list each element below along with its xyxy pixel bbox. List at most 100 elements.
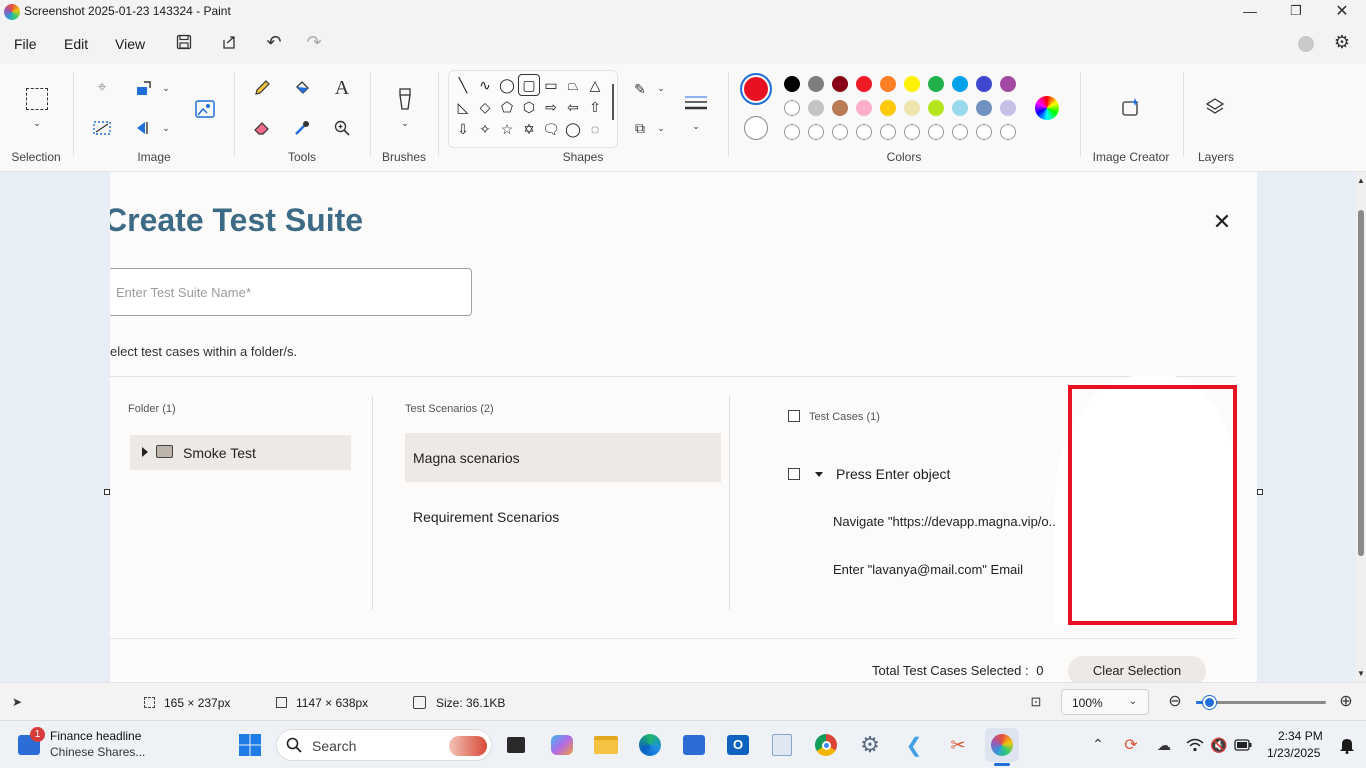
chevron-down-icon[interactable]: ⌄ — [398, 116, 412, 130]
clock-time[interactable]: 2:34 PM — [1278, 729, 1323, 743]
menu-view[interactable]: View — [115, 36, 145, 52]
snipping-tool-icon[interactable]: ✂ — [941, 728, 975, 762]
color-swatch[interactable] — [880, 124, 896, 140]
chevron-down-icon[interactable]: ⌄ — [655, 122, 667, 134]
canvas-resize-handle-left[interactable] — [104, 489, 110, 495]
text-icon[interactable]: A — [332, 77, 352, 99]
chevron-down-icon[interactable]: ⌄ — [690, 120, 702, 132]
layers-icon[interactable] — [1204, 96, 1226, 118]
copilot-icon[interactable] — [545, 728, 579, 762]
magnifier-icon[interactable] — [332, 118, 352, 138]
layers-label[interactable]: Layers — [1184, 150, 1248, 164]
zoom-slider-thumb[interactable] — [1203, 696, 1216, 709]
notification-bell-icon[interactable] — [1337, 735, 1357, 755]
store-icon[interactable] — [677, 728, 711, 762]
fit-to-window-icon[interactable]: ⊡ — [1027, 693, 1045, 711]
color-swatch[interactable] — [856, 100, 872, 116]
callout-rect-shape-icon[interactable]: 🗨 — [540, 118, 562, 140]
expand-triangle-icon[interactable] — [142, 447, 148, 457]
color-swatch[interactable] — [784, 76, 800, 92]
edit-colors-icon[interactable] — [1035, 96, 1059, 120]
canvas[interactable]: Create Test Suite ✕ Enter Test Suite Nam… — [110, 172, 1257, 682]
color-swatch[interactable] — [976, 76, 992, 92]
color-swatch[interactable] — [808, 100, 824, 116]
secondary-color[interactable] — [744, 116, 768, 140]
color-swatch[interactable] — [832, 124, 848, 140]
scrollbar-thumb[interactable] — [1358, 210, 1364, 556]
file-explorer-icon[interactable] — [589, 728, 623, 762]
arrow-down-shape-icon[interactable]: ⇩ — [452, 118, 474, 140]
task-view-icon[interactable] — [499, 728, 533, 762]
redo-icon[interactable]: ↷ — [304, 32, 324, 52]
color-swatch[interactable] — [1000, 100, 1016, 116]
pencil-icon[interactable] — [252, 78, 272, 98]
menu-edit[interactable]: Edit — [64, 36, 88, 52]
color-swatch[interactable] — [808, 76, 824, 92]
edge-browser-icon[interactable] — [633, 728, 667, 762]
color-swatch[interactable] — [784, 100, 800, 116]
news-widget[interactable]: 1 Finance headline Chinese Shares... — [14, 727, 184, 763]
color-swatch[interactable] — [928, 76, 944, 92]
settings-app-icon[interactable]: ⚙ — [853, 728, 887, 762]
callout-oval-shape-icon[interactable]: ◯ — [562, 118, 584, 140]
color-swatch[interactable] — [904, 124, 920, 140]
diamond-shape-icon[interactable]: ◇ — [474, 96, 496, 118]
color-swatch[interactable] — [1000, 76, 1016, 92]
color-swatch[interactable] — [976, 100, 992, 116]
shapes-scrollbar[interactable] — [612, 84, 614, 120]
zoom-out-icon[interactable]: ⊖ — [1166, 692, 1184, 710]
triangle-shape-icon[interactable]: △ — [584, 74, 606, 96]
selection-tool[interactable] — [26, 88, 48, 110]
sync-icon[interactable]: ⟳ — [1121, 735, 1141, 755]
expand-caret-icon[interactable] — [815, 472, 823, 477]
image-edit-icon[interactable] — [193, 96, 217, 120]
outline-icon[interactable]: ✎ — [630, 80, 650, 98]
crop-icon[interactable]: ⌖ — [92, 78, 112, 98]
remove-background-icon[interactable] — [92, 118, 112, 138]
save-icon[interactable] — [174, 32, 194, 52]
color-swatch[interactable] — [976, 124, 992, 140]
network-offline-icon[interactable]: ☁ — [1154, 735, 1174, 755]
show-hidden-icons-chevron-up-icon[interactable]: ⌃ — [1089, 735, 1107, 753]
chevron-down-icon[interactable]: ⌄ — [655, 82, 667, 94]
maximize-button[interactable]: ❐ — [1282, 0, 1310, 22]
brush-icon[interactable] — [394, 86, 416, 112]
resize-icon[interactable] — [134, 78, 154, 98]
star4-shape-icon[interactable]: ✧ — [474, 118, 496, 140]
battery-icon[interactable] — [1233, 735, 1253, 755]
color-swatch[interactable] — [928, 100, 944, 116]
wifi-icon[interactable] — [1185, 735, 1205, 755]
paint-taskbar-icon[interactable] — [985, 728, 1019, 762]
color-swatch[interactable] — [856, 76, 872, 92]
callout-cloud-shape-icon[interactable]: ◌ — [584, 118, 606, 140]
color-swatch[interactable] — [784, 124, 800, 140]
star5-shape-icon[interactable]: ☆ — [496, 118, 518, 140]
color-picker-icon[interactable] — [292, 118, 312, 138]
image-creator-icon[interactable] — [1120, 96, 1142, 118]
zoom-in-icon[interactable]: ⊕ — [1337, 692, 1355, 710]
folder-item[interactable]: Smoke Test — [130, 435, 351, 470]
close-window-button[interactable]: ✕ — [1328, 0, 1356, 22]
start-windows-icon[interactable] — [238, 733, 262, 757]
fill-icon[interactable]: ⧉ — [630, 119, 650, 137]
arrow-right-shape-icon[interactable]: ⇨ — [540, 96, 562, 118]
color-swatch[interactable] — [832, 100, 848, 116]
canvas-resize-handle-right[interactable] — [1257, 489, 1263, 495]
pentagon-shape-icon[interactable]: ⬠ — [496, 96, 518, 118]
curve-shape-icon[interactable]: ∿ — [474, 74, 496, 96]
zoom-select[interactable]: 100% ⌄ — [1061, 689, 1149, 715]
flip-icon[interactable] — [134, 118, 154, 138]
dialog-close-icon[interactable]: ✕ — [1210, 209, 1234, 234]
arrow-left-shape-icon[interactable]: ⇦ — [562, 96, 584, 118]
taskbar-search-box[interactable]: Search — [276, 729, 492, 761]
clock-date[interactable]: 1/23/2025 — [1267, 746, 1320, 760]
scenario-item-selected[interactable]: Magna scenarios — [405, 433, 721, 482]
image-creator-label[interactable]: Image Creator — [1081, 150, 1181, 164]
scroll-up-icon[interactable]: ▲ — [1357, 176, 1365, 185]
line-shape-icon[interactable]: ╲ — [452, 74, 474, 96]
chevron-down-icon[interactable]: ⌄ — [160, 122, 172, 134]
arrow-up-shape-icon[interactable]: ⇧ — [584, 96, 606, 118]
select-all-cases-checkbox[interactable] — [788, 410, 800, 422]
color-swatch[interactable] — [880, 100, 896, 116]
rectangle-shape-icon[interactable]: ▭ — [540, 74, 562, 96]
